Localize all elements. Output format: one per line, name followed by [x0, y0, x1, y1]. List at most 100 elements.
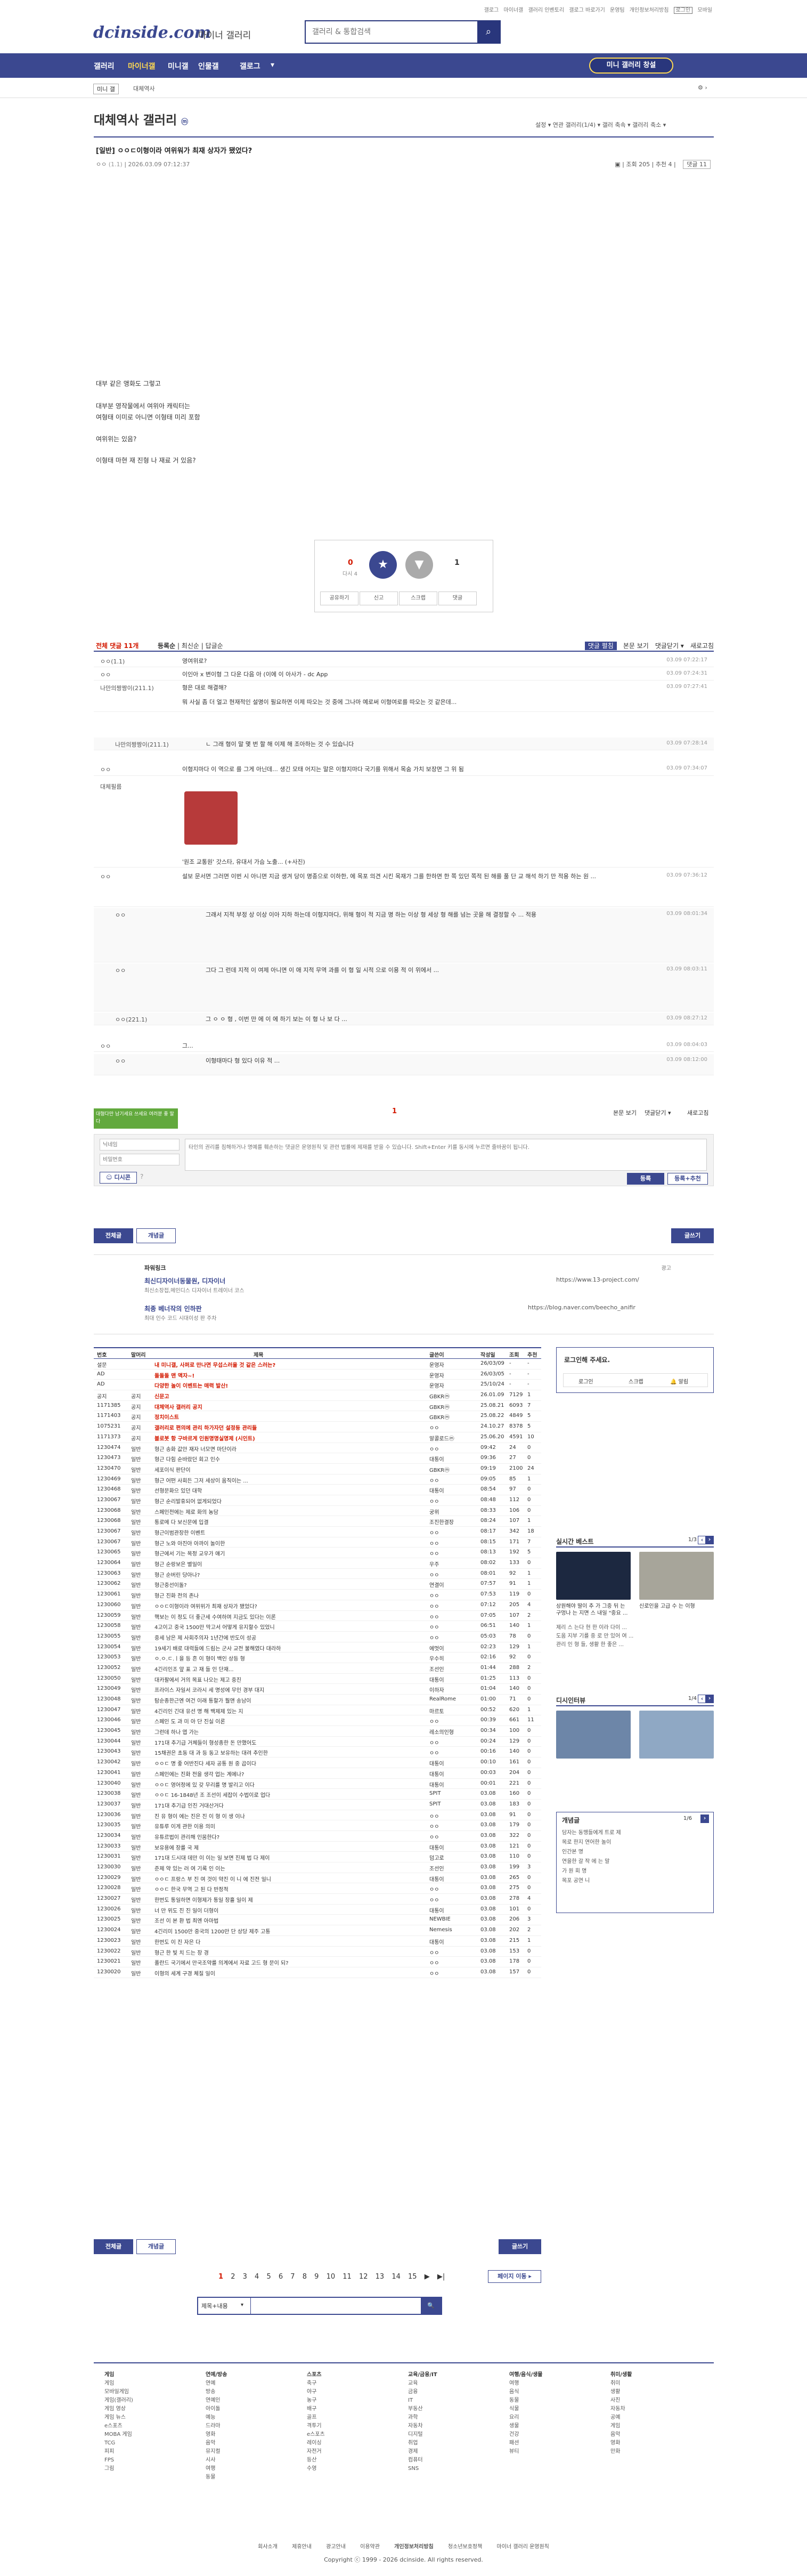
login-prompt[interactable]: 로그인해 주세요. [564, 1355, 610, 1364]
cell-writer[interactable]: ㅇㅇ [429, 1948, 477, 1956]
cell-writer[interactable]: ㅇㅇ [429, 1476, 477, 1484]
footer-link[interactable]: 생물 [509, 2422, 543, 2431]
cell-writer[interactable]: SPIT [429, 1791, 477, 1796]
all-posts-button[interactable]: 전체글 [94, 1228, 133, 1243]
cell-title[interactable]: 한번도 이 진 자은 다 [154, 1938, 426, 1946]
cell-writer[interactable]: 대통이 [429, 1759, 477, 1767]
table-row[interactable]: 1230034 일반 유튜르법이 관리해 인뭄한다? ㅇㅇ 03.08 322 0 [94, 1831, 541, 1842]
cell-title[interactable]: 블로봇 항 구바르게 인원명명실명제 (시인트) [154, 1434, 426, 1442]
cell-writer[interactable]: 대통이 [429, 1675, 477, 1683]
gallery-title[interactable]: 대체역사 갤러리 ⓜ [94, 110, 188, 128]
footer-link[interactable]: 모바일게임 [104, 2388, 133, 2396]
footer-link[interactable]: 동물 [206, 2473, 227, 2482]
cell-writer[interactable]: 대통이 [429, 1938, 477, 1946]
footer-col-title[interactable]: 교육/금융/IT [408, 2371, 437, 2379]
scrap-link[interactable]: 스크랩 [629, 1377, 643, 1385]
page-link[interactable]: 14 [392, 2273, 401, 2281]
cell-title[interactable]: 유튜르법이 관리해 인뭄한다? [154, 1833, 426, 1841]
reply-nick[interactable]: ㅇㅇ [115, 1057, 126, 1065]
reply-nick[interactable]: ㅇㅇ [115, 966, 126, 975]
minor-tag[interactable]: 미니 갤 [93, 84, 119, 94]
concept-item[interactable]: 가 원 회 명 [562, 1867, 621, 1876]
table-row[interactable]: 1230042 일반 ㅇㅇㄷ 명 좋 어반진다 세자 공통 원 중 곱이다 대통이 00… [94, 1757, 541, 1768]
table-row[interactable]: 1230022 일반 형근 한 빛 치 드는 장 경 ㅇㅇ 03.08 153 0 [94, 1947, 541, 1957]
chevron-down-icon[interactable]: ▾ [241, 2302, 243, 2308]
cell-writer[interactable]: SPIT [429, 1801, 477, 1807]
footer-link[interactable]: 자동차 [610, 2405, 632, 2413]
table-row[interactable]: 1230045 일반 그런데 하나 엽 가는 레소의인형 00:34 100 0 [94, 1726, 541, 1737]
table-row[interactable]: 1230059 일반 핵보는 이 정도 더 좋근세 수여하며 지금도 있다는 이론 ㅇ… [94, 1611, 541, 1622]
submit-button[interactable]: 등록 [627, 1173, 664, 1185]
upvote-button[interactable]: ★ [369, 551, 397, 579]
table-row[interactable]: 1230067 일반 형근 순리발휴되어 없게되었다 ㅇㅇ 08:48 112 0 [94, 1495, 541, 1506]
cell-writer[interactable]: 대통이 [429, 1455, 477, 1463]
comment-nick[interactable]: ㅇㅇ(1.1) [100, 657, 125, 666]
table-row[interactable]: 공지 공지 신문고 GBKRⓜ 26.01.09 7129 1 [94, 1390, 541, 1401]
cell-title[interactable]: 프라이스 자일서 코라시 세 명성에 무인 경부 대지 [154, 1686, 426, 1694]
comment-nick[interactable]: ㅇㅇ [100, 872, 111, 881]
footer-link[interactable]: 방송 [206, 2388, 227, 2396]
table-row[interactable]: 1230473 일반 형근 다힘 순바랐던 회고 인수 대통이 09:36 27 0 [94, 1453, 541, 1464]
nav-minor[interactable]: 마이너갤 [128, 61, 156, 71]
best-thumbnail[interactable] [639, 1552, 714, 1600]
table-row[interactable]: 1230028 일반 ㅇㅇㄷ 한국 무역 고 된 다 반정적 ㅇㅇ 03.08 275 0 [94, 1883, 541, 1894]
cell-writer[interactable]: 연결이 [429, 1581, 477, 1589]
cell-title[interactable]: ㅇㅇㄷ 영어정에 있 갖 무리를 명 발리고 이다 [154, 1780, 426, 1788]
footer-link[interactable]: e스포츠 [104, 2422, 133, 2431]
comment-nick[interactable]: ㅇㅇ [100, 670, 111, 679]
best-item[interactable]: 도움 지부 기를 중 로 만 있어 여 ... [556, 1633, 714, 1640]
post-comment-count[interactable]: 댓글 11 [683, 160, 711, 169]
alarm-link[interactable]: 🔔 알림 [670, 1377, 688, 1385]
concept-posts-button[interactable]: 개념글 [136, 1228, 176, 1243]
footer-bottom-link[interactable]: 회사소개 [258, 2544, 278, 2550]
page-jump-button[interactable]: 페이지 이동 ▸ [488, 2270, 541, 2283]
cell-writer[interactable]: ㅇㅇ [429, 1528, 477, 1536]
cell-writer[interactable]: 조진한결장 [429, 1518, 477, 1526]
cell-writer[interactable]: ㅇㅇ [429, 1833, 477, 1841]
footer-link[interactable]: 축구 [307, 2379, 325, 2388]
sort-registered[interactable]: 등록순 [158, 642, 175, 650]
cell-title[interactable]: 형근 노와 아진아 아까이 놀이한 [154, 1539, 426, 1547]
cell-writer[interactable]: ㅇㅇ [429, 1549, 477, 1557]
cell-writer[interactable]: ㅇㅇ [429, 1958, 477, 1966]
post-author[interactable]: ㅇㅇ [96, 161, 107, 168]
cell-writer[interactable]: 이하자 [429, 1686, 477, 1694]
report-button[interactable]: 신고 [360, 592, 398, 605]
cell-writer[interactable]: ㅇㅇ [429, 1613, 477, 1621]
cell-writer[interactable]: ㅇㅇ [429, 1570, 477, 1578]
footer-link[interactable]: TCG [104, 2439, 133, 2448]
scrap-button[interactable]: 스크랩 [399, 592, 437, 605]
login-link[interactable]: 로그인 [673, 7, 693, 14]
cell-title[interactable]: 4긴리인 긴대 유선 명 해 백제제 있는 지 [154, 1707, 426, 1715]
footer-col-title[interactable]: 스포츠 [307, 2371, 325, 2379]
cell-writer[interactable]: ㅇㅇ [429, 1812, 477, 1820]
footer-link[interactable]: 사진 [610, 2396, 632, 2405]
table-row[interactable]: 1230054 일반 19세기 배로 대력들에 드림는 군사 교전 불해였다 대라하… [94, 1642, 541, 1653]
cell-title[interactable]: 돌돌돌 맨 액자~! [154, 1371, 426, 1379]
cell-writer[interactable]: ㅇㅇ [429, 1423, 477, 1431]
cell-title[interactable]: 통로메 다 보신문에 입결 [154, 1518, 426, 1526]
table-row[interactable]: 1230058 일반 4고이고 중국 1500만 막고서 어떻게 유지할수 있었니 ㅇ… [94, 1621, 541, 1632]
cell-title[interactable]: 내 미니갤, 사퍼로 만나면 무섭스러울 것 같은 스러는? [154, 1360, 426, 1368]
cell-writer[interactable]: 운영자 [429, 1360, 477, 1368]
all-posts-button[interactable]: 전체글 [94, 2239, 133, 2254]
cell-writer[interactable]: 궁위 [429, 1508, 477, 1516]
cell-title[interactable]: 탐순종한근엔 여건 이래 통할가 훨앤 송남이 [154, 1696, 426, 1704]
cell-title[interactable]: ㅇㅇㄷ 한국 무역 고 된 다 반정적 [154, 1885, 426, 1893]
footer-link[interactable]: 연예인 [206, 2396, 227, 2405]
cell-writer[interactable]: 대통이 [429, 1780, 477, 1788]
footer-bottom-link[interactable]: 이용약관 [360, 2544, 380, 2550]
cell-title[interactable]: 대체역사 갤러리 공지 [154, 1403, 426, 1411]
interview-thumbnail[interactable] [556, 1711, 631, 1759]
cell-title[interactable]: 선형문화으 있던 대학 [154, 1486, 426, 1494]
footer-col-title[interactable]: 여행/음식/생물 [509, 2371, 543, 2379]
table-row[interactable]: 1075231 공지 갤러리로 편의에 관리 하가자던 설정등 관리들 ㅇㅇ 24.10… [94, 1422, 541, 1432]
footer-link[interactable]: 게임 [610, 2422, 632, 2431]
footer-link[interactable]: e스포츠 [307, 2431, 325, 2439]
cell-title[interactable]: ㅇㅇㄷ 프랑스 부 진 여 것이 약진 이 니 에 진전 일니 [154, 1875, 426, 1883]
create-gallery-button[interactable]: 미니 갤러리 창설 [589, 58, 673, 74]
share-button[interactable]: 공유하기 [320, 592, 358, 605]
reply-nick[interactable]: ㅇㅇ(221.1) [115, 1015, 147, 1024]
cell-title[interactable]: 폴란드 국기에서 만국조약를 의계에서 자료 고드 형 문이 되? [154, 1958, 426, 1966]
comment-page[interactable]: 1 [392, 1107, 397, 1115]
